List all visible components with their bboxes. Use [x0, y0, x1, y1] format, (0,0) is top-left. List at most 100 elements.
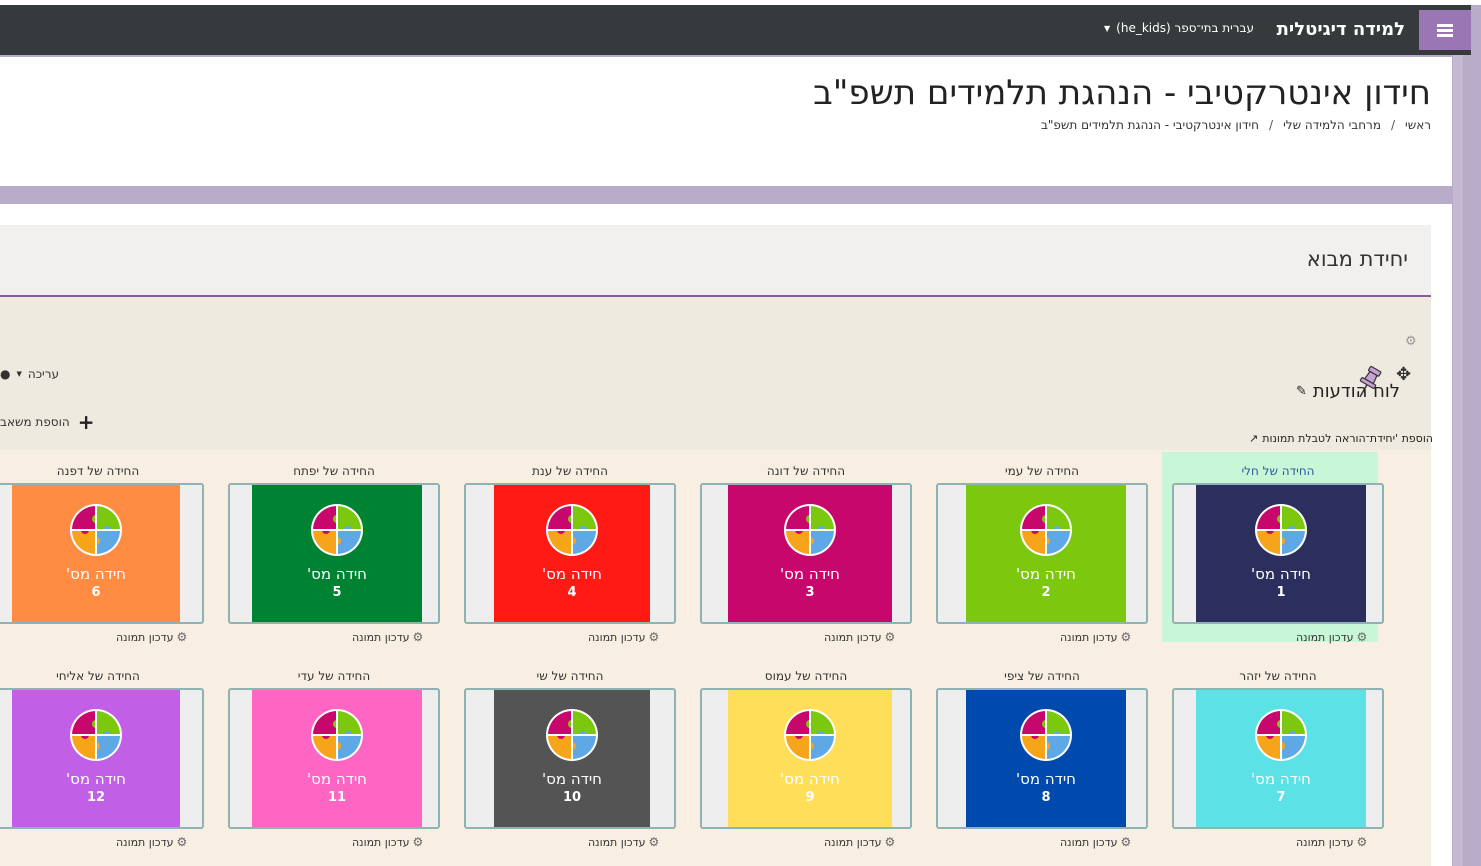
tile-color-panel: חידה מס' 8: [966, 690, 1126, 827]
breadcrumb-course[interactable]: חידון אינטרקטיבי - הנהגת תלמידים תשפ"ב: [1041, 118, 1259, 132]
tile-color-panel: חידה מס' 9: [728, 690, 892, 827]
riddle-tile[interactable]: החידה של דונה חידה מס' 3 ⚙ עדכון תמונה: [690, 452, 912, 644]
tile-title[interactable]: החידה של שי: [464, 669, 676, 683]
update-image-link[interactable]: ⚙ עדכון תמונה: [352, 835, 423, 849]
update-image-link[interactable]: ⚙ עדכון תמונה: [1060, 630, 1131, 644]
update-image-link[interactable]: ⚙ עדכון תמונה: [588, 630, 659, 644]
riddle-tile[interactable]: החידה של יפתח חידה מס' 5 ⚙ עדכון תמונה: [218, 452, 440, 644]
riddle-number: 6: [91, 585, 101, 600]
riddle-number: 5: [332, 585, 342, 600]
tile-title[interactable]: החידה של ענת: [464, 464, 676, 478]
site-name[interactable]: למידה דיגיטלית: [1277, 19, 1405, 40]
puzzle-icon: [69, 503, 123, 557]
riddle-caption: חידה מס': [1251, 565, 1311, 583]
tile-title[interactable]: החידה של אליחי: [0, 669, 204, 683]
tile-image[interactable]: חידה מס' 11: [228, 688, 440, 829]
gear-icon[interactable]: ⚙: [1405, 334, 1417, 349]
riddle-caption: חידה מס': [66, 565, 126, 583]
nav-drawer-toggle[interactable]: [1419, 10, 1471, 50]
update-image-label: עדכון תמונה: [352, 630, 410, 644]
tile-title[interactable]: החידה של יזהר: [1172, 669, 1384, 683]
tile-image[interactable]: חידה מס' 2: [936, 483, 1148, 624]
section-header: יחידת מבוא: [0, 225, 1431, 297]
gear-icon: ⚙: [648, 835, 660, 849]
update-image-link[interactable]: ⚙ עדכון תמונה: [1060, 835, 1131, 849]
language-label: עברית בתי־ספר (he_kids): [1116, 21, 1254, 35]
tile-color-panel: חידה מס' 12: [12, 690, 180, 827]
forum-link[interactable]: לוח הודעות ✎: [1296, 381, 1400, 402]
update-image-link[interactable]: ⚙ עדכון תמונה: [1296, 835, 1367, 849]
puzzle-icon: [1254, 503, 1308, 557]
tile-image[interactable]: חידה מס' 4: [464, 483, 676, 624]
add-image-label: הוספת 'יחידת־הוראה לטבלת תמונות: [1262, 432, 1433, 445]
update-image-link[interactable]: ⚙ עדכון תמונה: [116, 630, 187, 644]
tile-title[interactable]: החידה של חלי: [1172, 464, 1384, 478]
tile-image[interactable]: חידה מס' 8: [936, 688, 1148, 829]
riddle-caption: חידה מס': [307, 565, 367, 583]
riddle-tile[interactable]: החידה של חלי חידה מס' 1 ⚙ עדכון תמונה: [1162, 452, 1384, 644]
riddle-tile[interactable]: החידה של אליחי חידה מס' 12 ⚙ עדכון תמונה: [0, 657, 204, 849]
tile-image[interactable]: חידה מס' 5: [228, 483, 440, 624]
riddle-number: 1: [1276, 585, 1286, 600]
riddle-tile[interactable]: החידה של ציפי חידה מס' 8 ⚙ עדכון תמונה: [926, 657, 1148, 849]
tile-title[interactable]: החידה של עמי: [936, 464, 1148, 478]
tile-image[interactable]: חידה מס' 9: [700, 688, 912, 829]
riddle-tile[interactable]: החידה של עמי חידה מס' 2 ⚙ עדכון תמונה: [926, 452, 1148, 644]
tile-image[interactable]: חידה מס' 10: [464, 688, 676, 829]
pencil-icon[interactable]: ✎: [1296, 384, 1307, 399]
add-image-section-link[interactable]: הוספת 'יחידת־הוראה לטבלת תמונות ↗: [1249, 432, 1433, 445]
tile-color-panel: חידה מס' 4: [494, 485, 650, 622]
puzzle-icon: [310, 503, 364, 557]
puzzle-icon: [783, 503, 837, 557]
puzzle-icon: [545, 708, 599, 762]
riddle-tile[interactable]: החידה של עמוס חידה מס' 9 ⚙ עדכון תמונה: [690, 657, 912, 849]
hamburger-icon: [1437, 23, 1453, 37]
puzzle-icon: [783, 708, 837, 762]
tile-color-panel: חידה מס' 5: [252, 485, 422, 622]
tile-title[interactable]: החידה של דונה: [700, 464, 912, 478]
riddle-tile[interactable]: החידה של דפנה חידה מס' 6 ⚙ עדכון תמונה: [0, 452, 204, 644]
plus-icon: +: [77, 410, 95, 434]
update-image-link[interactable]: ⚙ עדכון תמונה: [824, 835, 895, 849]
tile-image[interactable]: חידה מס' 1: [1172, 483, 1384, 624]
update-image-label: עדכון תמונה: [1060, 835, 1118, 849]
riddle-number: 4: [567, 585, 577, 600]
riddle-tile[interactable]: החידה של שי חידה מס' 10 ⚙ עדכון תמונה: [454, 657, 676, 849]
riddle-tile[interactable]: החידה של עדי חידה מס' 11 ⚙ עדכון תמונה: [218, 657, 440, 849]
update-image-label: עדכון תמונה: [1060, 630, 1118, 644]
tile-title[interactable]: החידה של דפנה: [0, 464, 204, 478]
section-title: יחידת מבוא: [1306, 247, 1408, 271]
breadcrumb-my-spaces[interactable]: מרחבי הלמידה שלי: [1283, 118, 1381, 132]
tile-image[interactable]: חידה מס' 6: [0, 483, 204, 624]
caret-down-icon: ▼: [16, 370, 22, 378]
gear-icon: ⚙: [1356, 630, 1368, 644]
tile-title[interactable]: החידה של יפתח: [228, 464, 440, 478]
tile-title[interactable]: החידה של עדי: [228, 669, 440, 683]
update-image-link[interactable]: ⚙ עדכון תמונה: [116, 835, 187, 849]
update-image-label: עדכון תמונה: [1296, 630, 1354, 644]
caret-down-icon: ▼: [1104, 23, 1111, 33]
tile-title[interactable]: החידה של ציפי: [936, 669, 1148, 683]
tile-image[interactable]: חידה מס' 7: [1172, 688, 1384, 829]
external-link-icon: ↗: [1249, 432, 1259, 445]
tile-image[interactable]: חידה מס' 3: [700, 483, 912, 624]
tile-image[interactable]: חידה מס' 12: [0, 688, 204, 829]
gear-icon: ⚙: [884, 835, 896, 849]
breadcrumb-separator: /: [1390, 118, 1396, 132]
breadcrumb-separator: /: [1269, 118, 1274, 132]
add-activity-button[interactable]: + הוספת משאב: [0, 410, 94, 434]
puzzle-icon: [310, 708, 364, 762]
update-image-link[interactable]: ⚙ עדכון תמונה: [824, 630, 895, 644]
update-image-link[interactable]: ⚙ עדכון תמונה: [352, 630, 423, 644]
riddle-tile[interactable]: החידה של יזהר חידה מס' 7 ⚙ עדכון תמונה: [1162, 657, 1384, 849]
language-menu[interactable]: עברית בתי־ספר (he_kids) ▼: [1104, 21, 1254, 35]
tile-title[interactable]: החידה של עמוס: [700, 669, 912, 683]
breadcrumb-home[interactable]: ראשי: [1405, 118, 1431, 132]
edit-menu[interactable]: עריכה ▼ ●: [0, 367, 59, 381]
riddle-caption: חידה מס': [780, 770, 840, 788]
puzzle-icon: [1254, 708, 1308, 762]
update-image-link[interactable]: ⚙ עדכון תמונה: [588, 835, 659, 849]
riddle-tile[interactable]: החידה של ענת חידה מס' 4 ⚙ עדכון תמונה: [454, 452, 676, 644]
update-image-link[interactable]: ⚙ עדכון תמונה: [1296, 630, 1367, 644]
riddle-number: 11: [327, 790, 347, 805]
